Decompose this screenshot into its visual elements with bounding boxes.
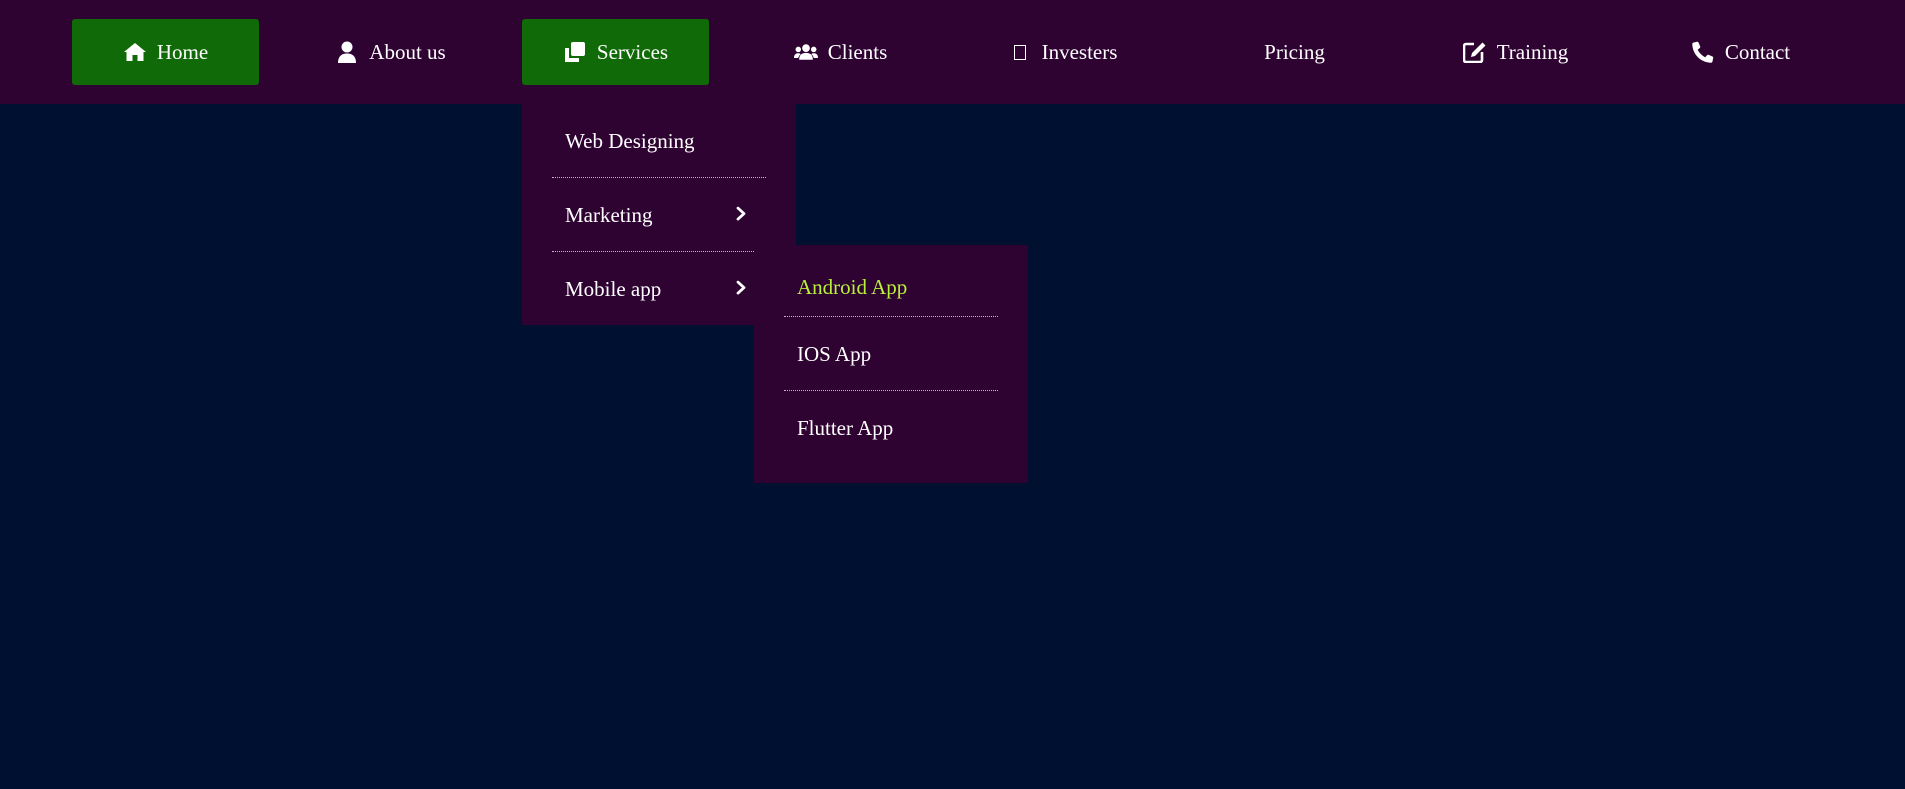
submenu-label: Flutter App <box>797 415 894 440</box>
nav-label-services: Services <box>596 39 669 64</box>
nav-item-home[interactable]: Home <box>72 19 259 85</box>
nav-label-about-us: About us <box>369 39 446 64</box>
submenu-item-flutter-app[interactable]: Flutter App <box>754 391 1028 465</box>
chevron-right-icon <box>736 280 746 295</box>
nav-item-training[interactable]: Training <box>1422 19 1609 85</box>
submenu-label: IOS App <box>797 341 872 366</box>
nav-item-about-us[interactable]: About us <box>297 19 484 85</box>
dropdown-label: Web Designing <box>565 128 695 153</box>
home-icon <box>123 40 147 64</box>
clone-icon <box>563 40 587 64</box>
submenu-item-android-app[interactable]: Android App <box>754 245 1028 317</box>
nav-item-clients[interactable]: Clients <box>747 19 934 85</box>
submenu-item-ios-app[interactable]: IOS App <box>754 317 1028 391</box>
box-icon <box>1013 44 1026 60</box>
submenu-label: Android App <box>797 274 908 299</box>
users-icon <box>793 40 818 64</box>
phone-icon <box>1691 40 1715 64</box>
nav-label-clients: Clients <box>827 39 888 64</box>
nav-label-investers: Investers <box>1041 39 1118 64</box>
chevron-right-icon <box>736 206 746 221</box>
dropdown-label: Marketing <box>565 202 653 227</box>
edit-icon <box>1462 40 1487 64</box>
top-navbar: Home About us Services Clients Investers… <box>0 0 1905 104</box>
nav-item-services[interactable]: Services <box>522 19 709 85</box>
nav-item-investers[interactable]: Investers <box>972 19 1159 85</box>
dropdown-label: Mobile app <box>565 276 662 301</box>
mobile-app-submenu: Android App IOS App Flutter App <box>754 245 1028 483</box>
page: Home About us Services Clients Investers… <box>0 0 1905 789</box>
nav-label-contact: Contact <box>1724 39 1791 64</box>
nav-item-contact[interactable]: Contact <box>1647 19 1834 85</box>
nav-label-training: Training <box>1496 39 1569 64</box>
nav-label-pricing: Pricing <box>1264 39 1325 64</box>
dropdown-item-web-designing[interactable]: Web Designing <box>522 104 796 178</box>
nav-item-pricing[interactable]: Pricing <box>1201 19 1388 85</box>
dropdown-item-marketing[interactable]: Marketing <box>522 178 796 252</box>
nav-label-home: Home <box>156 39 209 64</box>
user-icon <box>335 40 359 64</box>
